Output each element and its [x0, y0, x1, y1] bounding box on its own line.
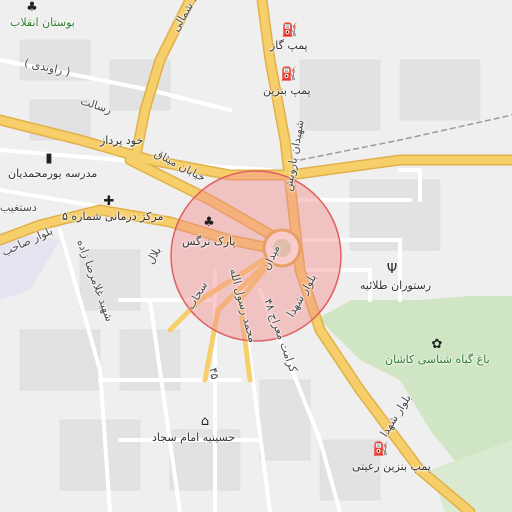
road-label-dastgheyb: دستغیب — [0, 201, 37, 214]
fuel-station-icon: ⛽ — [280, 66, 298, 82]
label-pomp-benzin-raeisi: پمپ بنزین رعیتی — [352, 460, 431, 473]
fuel-station-icon: ⛽ — [372, 441, 390, 457]
road-label-45: ۴۵ — [206, 366, 222, 381]
fuel-station-icon: ⛽ — [281, 22, 299, 38]
label-restoran: رستوران طلائیه — [360, 279, 432, 292]
garden-icon: ✿ — [431, 336, 443, 352]
label-bostan-enghelab: بوستان انقلاب — [10, 16, 75, 29]
medical-cross-icon: ✚ — [103, 193, 115, 209]
atm-icon: ▮ — [45, 150, 53, 166]
place-of-worship-icon: ⌂ — [200, 413, 210, 429]
label-khod-pardaz: خود پرداز — [100, 134, 144, 147]
label-pomp-gaz: پمپ گاز — [270, 39, 308, 52]
label-bagh: باغ گیاه شناسی کاشان — [385, 353, 490, 366]
label-hosseinieh: حسینیه امام سجاد — [152, 431, 236, 444]
map-view[interactable]: ♣ ⛽ ⛽ ▮ ✚ ♣ Ψ ✿ ⌂ ⛽ بوستان انقلاب پمپ گا… — [0, 0, 512, 512]
map-canvas — [0, 0, 512, 512]
label-markaz-darmani: مرکز درمانی شماره ۵ — [62, 210, 164, 223]
restaurant-icon: Ψ — [386, 261, 398, 277]
label-pomp-benzin: پمپ بنزین — [263, 84, 311, 97]
highlight-circle — [170, 170, 342, 342]
label-madrese: مدرسه یورمحمدیان — [8, 167, 98, 180]
tree-icon: ♣ — [26, 0, 38, 15]
label-park-narges: پارک نرگس — [182, 235, 236, 248]
tree-icon: ♣ — [203, 214, 215, 230]
